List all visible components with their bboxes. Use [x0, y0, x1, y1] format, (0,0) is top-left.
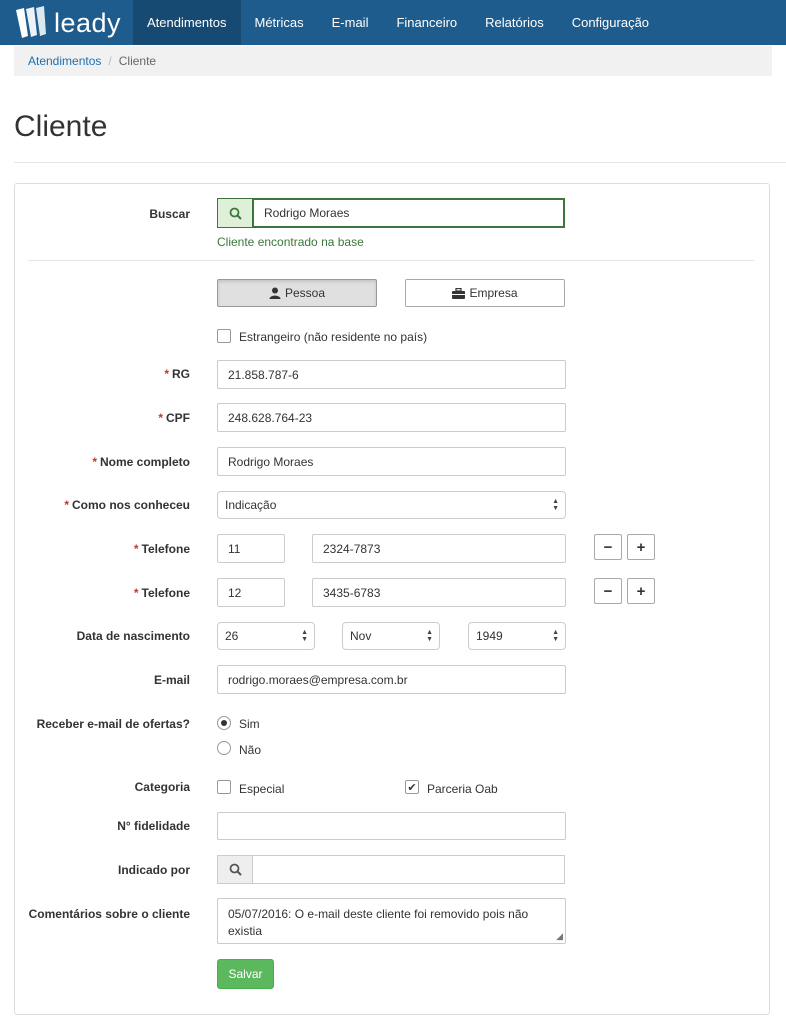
- nascimento-dia-value: 26: [225, 629, 239, 643]
- ofertas-sim-label: Sim: [239, 717, 260, 731]
- cpf-input[interactable]: 248.628.764-23: [217, 403, 566, 432]
- indicado-input-group: [217, 855, 565, 884]
- leady-logo-icon: [16, 6, 46, 38]
- empresa-label: Empresa: [469, 286, 518, 300]
- nascimento-mes-select[interactable]: Nov ▲ ▼: [342, 622, 440, 650]
- telefone-1-add-button[interactable]: +: [627, 534, 655, 560]
- telefone-2-numero-input[interactable]: 3435-6783: [312, 578, 566, 607]
- nav-email[interactable]: E-mail: [318, 0, 383, 45]
- nome-label: * Nome completo: [92, 455, 190, 469]
- nascimento-ano-value: 1949: [476, 629, 503, 643]
- empresa-toggle-button[interactable]: Empresa: [405, 279, 565, 307]
- telefone-1-numero-input[interactable]: 2324-7873: [312, 534, 566, 563]
- telefone-1-label: * Telefone: [133, 542, 190, 556]
- telefone-2-add-button[interactable]: +: [627, 578, 655, 604]
- nav-atendimentos[interactable]: Atendimentos: [133, 0, 241, 45]
- ofertas-nao-label: Não: [239, 743, 262, 757]
- parceria-oab-checkbox[interactable]: ✔: [405, 780, 419, 794]
- nav-configuracao[interactable]: Configuração: [558, 0, 663, 45]
- select-arrows-icon: ▲ ▼: [552, 629, 559, 643]
- user-icon: [269, 287, 281, 299]
- fidelidade-label: N° fidelidade: [117, 819, 190, 833]
- pessoa-toggle-button[interactable]: Pessoa: [217, 279, 377, 307]
- nascimento-label: Data de nascimento: [76, 629, 190, 643]
- brand-logo[interactable]: leady: [14, 5, 121, 41]
- como-label: * Como nos conheceu: [64, 498, 190, 512]
- select-arrows-icon: ▲ ▼: [552, 498, 559, 512]
- como-select[interactable]: Indicação ▲ ▼: [217, 491, 566, 519]
- buscar-help-text: Cliente encontrado na base: [217, 235, 364, 249]
- plus-icon: +: [636, 538, 646, 556]
- minus-icon: −: [603, 582, 613, 600]
- select-arrows-icon: ▲ ▼: [426, 629, 433, 643]
- breadcrumb-current: Cliente: [118, 54, 157, 68]
- especial-label: Especial: [239, 782, 285, 796]
- plus-icon: +: [636, 582, 646, 600]
- ofertas-label: Receber e-mail de ofertas?: [36, 717, 190, 731]
- search-icon: [217, 198, 252, 228]
- comentarios-text: 05/07/2016: O e-mail deste cliente foi r…: [228, 907, 529, 938]
- telefone-2-label: * Telefone: [133, 586, 190, 600]
- telefone-2-remove-button[interactable]: −: [594, 578, 622, 604]
- breadcrumb-atendimentos-link[interactable]: Atendimentos: [28, 54, 101, 68]
- comentarios-textarea[interactable]: 05/07/2016: O e-mail deste cliente foi r…: [217, 898, 566, 944]
- breadcrumb-separator: /: [108, 54, 112, 68]
- resize-handle-icon[interactable]: ◢: [556, 932, 563, 941]
- rg-input[interactable]: 21.858.787-6: [217, 360, 566, 389]
- especial-checkbox[interactable]: [217, 780, 231, 794]
- search-icon: [217, 855, 252, 884]
- form-divider: [28, 260, 754, 261]
- indicado-label: Indicado por: [118, 863, 190, 877]
- indicado-input[interactable]: [252, 855, 565, 884]
- cpf-label: * CPF: [158, 411, 190, 425]
- briefcase-icon: [452, 287, 466, 299]
- nascimento-dia-select[interactable]: 26 ▲ ▼: [217, 622, 315, 650]
- buscar-input[interactable]: Rodrigo Moraes: [252, 198, 565, 228]
- fidelidade-input[interactable]: [217, 812, 566, 840]
- brand-name: leady: [54, 7, 122, 38]
- buscar-input-group: Rodrigo Moraes: [217, 198, 565, 228]
- salvar-button[interactable]: Salvar: [217, 959, 274, 989]
- como-select-value: Indicação: [225, 498, 277, 512]
- estrangeiro-label: Estrangeiro (não residente no país): [239, 330, 428, 344]
- rg-label: * RG: [164, 367, 190, 381]
- estrangeiro-checkbox[interactable]: [217, 329, 231, 343]
- email-input[interactable]: rodrigo.moraes@empresa.com.br: [217, 665, 566, 694]
- nav-relatorios[interactable]: Relatórios: [471, 0, 558, 45]
- email-label: E-mail: [153, 673, 190, 687]
- nome-input[interactable]: Rodrigo Moraes: [217, 447, 566, 476]
- nav-financeiro[interactable]: Financeiro: [382, 0, 471, 45]
- telefone-2-ddd-input[interactable]: 12: [217, 578, 285, 607]
- ofertas-nao-radio[interactable]: [217, 741, 231, 755]
- comentarios-label: Comentários sobre o cliente: [28, 907, 190, 921]
- pessoa-label: Pessoa: [284, 286, 326, 300]
- nav-metricas[interactable]: Métricas: [241, 0, 318, 45]
- categoria-label: Categoria: [134, 780, 190, 794]
- title-divider: [14, 162, 786, 163]
- telefone-1-remove-button[interactable]: −: [594, 534, 622, 560]
- nascimento-ano-select[interactable]: 1949 ▲ ▼: [468, 622, 566, 650]
- top-navbar: leady Atendimentos Métricas E-mail Finan…: [0, 0, 786, 45]
- ofertas-sim-radio[interactable]: [217, 716, 231, 730]
- minus-icon: −: [603, 538, 613, 556]
- telefone-1-ddd-input[interactable]: 11: [217, 534, 285, 563]
- page-title: Cliente: [14, 110, 108, 143]
- nascimento-mes-value: Nov: [350, 629, 372, 643]
- parceria-oab-label: Parceria Oab: [427, 782, 498, 796]
- main-nav: Atendimentos Métricas E-mail Financeiro …: [133, 0, 663, 45]
- checkmark-icon: ✔: [407, 781, 417, 794]
- breadcrumb: Atendimentos / Cliente: [14, 46, 772, 76]
- select-arrows-icon: ▲ ▼: [301, 629, 308, 643]
- buscar-label: Buscar: [149, 207, 190, 221]
